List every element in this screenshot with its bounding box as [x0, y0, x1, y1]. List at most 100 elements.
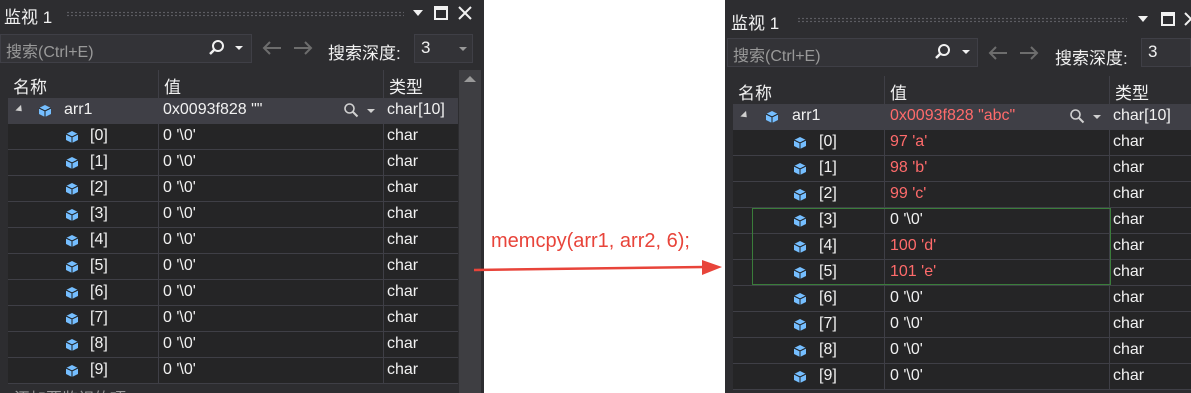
visualizer-search-icon[interactable]: [1069, 108, 1085, 124]
watch-row-element[interactable]: [9] 0 '\0' char: [733, 364, 1191, 390]
vertical-scrollbar[interactable]: [459, 70, 481, 393]
search-input[interactable]: 搜索(Ctrl+E): [727, 38, 978, 67]
element-value[interactable]: 0 '\0': [163, 335, 196, 353]
variable-icon: [65, 235, 79, 247]
scroll-up-arrow-icon[interactable]: [464, 76, 476, 82]
element-value[interactable]: 98 'b': [890, 159, 927, 177]
watch-row-arr1[interactable]: arr1 0x0093f828 "abc" char[10]: [733, 104, 1191, 130]
watch-window-after: 监视 1 搜索(Ctrl+E) 搜索深度: 3 名称 值 类型 arr1 0x0…: [725, 0, 1191, 393]
element-name: [6]: [819, 289, 837, 306]
column-header-type[interactable]: 类型: [384, 70, 458, 98]
search-depth-select[interactable]: 3: [1141, 38, 1191, 67]
close-icon[interactable]: [1181, 9, 1191, 29]
watch-row-element[interactable]: [7] 0 '\0' char: [733, 312, 1191, 338]
changed-range-highlight: [752, 208, 1111, 285]
window-title: 监视 1: [731, 14, 780, 33]
variable-icon: [65, 209, 79, 221]
visualizer-search-icon[interactable]: [343, 102, 359, 118]
watch-row-element[interactable]: [0] 0 '\0' char: [8, 124, 458, 150]
search-forward-arrow-icon[interactable]: [292, 38, 314, 58]
watch-row-element[interactable]: [0] 97 'a' char: [733, 130, 1191, 156]
element-type: char: [387, 127, 419, 144]
dropdown-arrow-icon[interactable]: [408, 3, 428, 23]
element-name: [6]: [90, 283, 108, 300]
variable-icon: [793, 163, 807, 175]
search-back-arrow-icon[interactable]: [987, 43, 1009, 63]
column-header-name[interactable]: 名称: [8, 70, 159, 98]
visualizer-dropdown-icon[interactable]: [1093, 115, 1101, 119]
drag-grip[interactable]: [66, 11, 404, 17]
element-value[interactable]: 0 '\0': [163, 283, 196, 301]
watch-row-element[interactable]: [9] 0 '\0' char: [8, 358, 458, 384]
element-value[interactable]: 0 '\0': [163, 231, 196, 249]
variable-icon: [765, 111, 779, 123]
column-header-value[interactable]: 值: [159, 70, 384, 98]
expand-arrow-icon[interactable]: [740, 110, 750, 121]
watch-row-element[interactable]: [8] 0 '\0' char: [733, 338, 1191, 364]
search-options-dropdown-icon[interactable]: [235, 46, 243, 50]
element-value[interactable]: 0 '\0': [890, 315, 923, 333]
add-watch-hint[interactable]: 添加要监视的项: [14, 385, 126, 393]
variable-icon: [793, 345, 807, 357]
element-type: char: [1113, 263, 1145, 280]
column-header-type[interactable]: 类型: [1110, 76, 1191, 104]
dropdown-arrow-icon[interactable]: [1133, 9, 1153, 29]
watch-row-element[interactable]: [5] 0 '\0' char: [8, 254, 458, 280]
variable-type: char[10]: [387, 101, 445, 118]
element-type: char: [387, 283, 419, 300]
watch-row-arr1[interactable]: arr1 0x0093f828 "" char[10]: [8, 98, 458, 124]
element-value[interactable]: 97 'a': [890, 133, 927, 151]
search-back-arrow-icon[interactable]: [261, 38, 283, 58]
variable-name: arr1: [792, 107, 821, 124]
element-value[interactable]: 0 '\0': [163, 179, 196, 197]
watch-row-element[interactable]: [1] 98 'b' char: [733, 156, 1191, 182]
variable-value[interactable]: 0x0093f828 "": [163, 101, 262, 119]
search-icon[interactable]: [208, 39, 226, 57]
variable-icon: [793, 189, 807, 201]
element-value[interactable]: 0 '\0': [163, 127, 196, 145]
memcpy-annotation: memcpy(arr1, arr2, 6);: [491, 230, 690, 252]
search-depth-select[interactable]: 3: [414, 34, 473, 63]
variable-icon: [38, 105, 52, 117]
search-forward-arrow-icon[interactable]: [1018, 43, 1040, 63]
search-icon[interactable]: [934, 43, 952, 61]
close-icon[interactable]: [455, 3, 475, 23]
element-value[interactable]: 99 'c': [890, 185, 926, 203]
watch-row-element[interactable]: [4] 0 '\0' char: [8, 228, 458, 254]
watch-row-element[interactable]: [7] 0 '\0' char: [8, 306, 458, 332]
drag-grip[interactable]: [797, 17, 1127, 23]
element-value[interactable]: 0 '\0': [163, 153, 196, 171]
watch-row-element[interactable]: [2] 0 '\0' char: [8, 176, 458, 202]
column-header-name[interactable]: 名称: [733, 76, 885, 104]
element-name: [8]: [819, 341, 837, 358]
element-value[interactable]: 0 '\0': [890, 367, 923, 385]
watch-window-before: 监视 1 搜索(Ctrl+E) 搜索深度: 3 名称 值 类型 arr1 0x0: [0, 0, 484, 393]
variable-icon: [65, 183, 79, 195]
title-bar: 监视 1: [0, 0, 484, 28]
maximize-icon[interactable]: [1158, 9, 1178, 29]
watch-row-element[interactable]: [1] 0 '\0' char: [8, 150, 458, 176]
element-value[interactable]: 0 '\0': [163, 257, 196, 275]
chevron-down-icon[interactable]: [459, 47, 467, 51]
element-value[interactable]: 0 '\0': [163, 361, 196, 379]
element-value[interactable]: 0 '\0': [163, 309, 196, 327]
watch-row-element[interactable]: [3] 0 '\0' char: [8, 202, 458, 228]
element-value[interactable]: 0 '\0': [163, 205, 196, 223]
annotation-arrow-icon: [473, 260, 722, 275]
search-input[interactable]: 搜索(Ctrl+E): [0, 34, 252, 63]
window-title: 监视 1: [4, 8, 53, 27]
search-options-dropdown-icon[interactable]: [962, 50, 970, 54]
element-value[interactable]: 0 '\0': [890, 341, 923, 359]
maximize-icon[interactable]: [431, 3, 451, 23]
visualizer-dropdown-icon[interactable]: [367, 109, 375, 113]
expand-arrow-icon[interactable]: [15, 104, 25, 115]
element-value[interactable]: 0 '\0': [890, 289, 923, 307]
variable-value[interactable]: 0x0093f828 "abc": [890, 107, 1015, 125]
grid-header: 名称 值 类型: [733, 76, 1191, 104]
watch-row-element[interactable]: [8] 0 '\0' char: [8, 332, 458, 358]
element-type: char: [387, 335, 419, 352]
watch-row-element[interactable]: [6] 0 '\0' char: [8, 280, 458, 306]
watch-row-element[interactable]: [2] 99 'c' char: [733, 182, 1191, 208]
column-header-value[interactable]: 值: [885, 76, 1110, 104]
watch-row-element[interactable]: [6] 0 '\0' char: [733, 286, 1191, 312]
